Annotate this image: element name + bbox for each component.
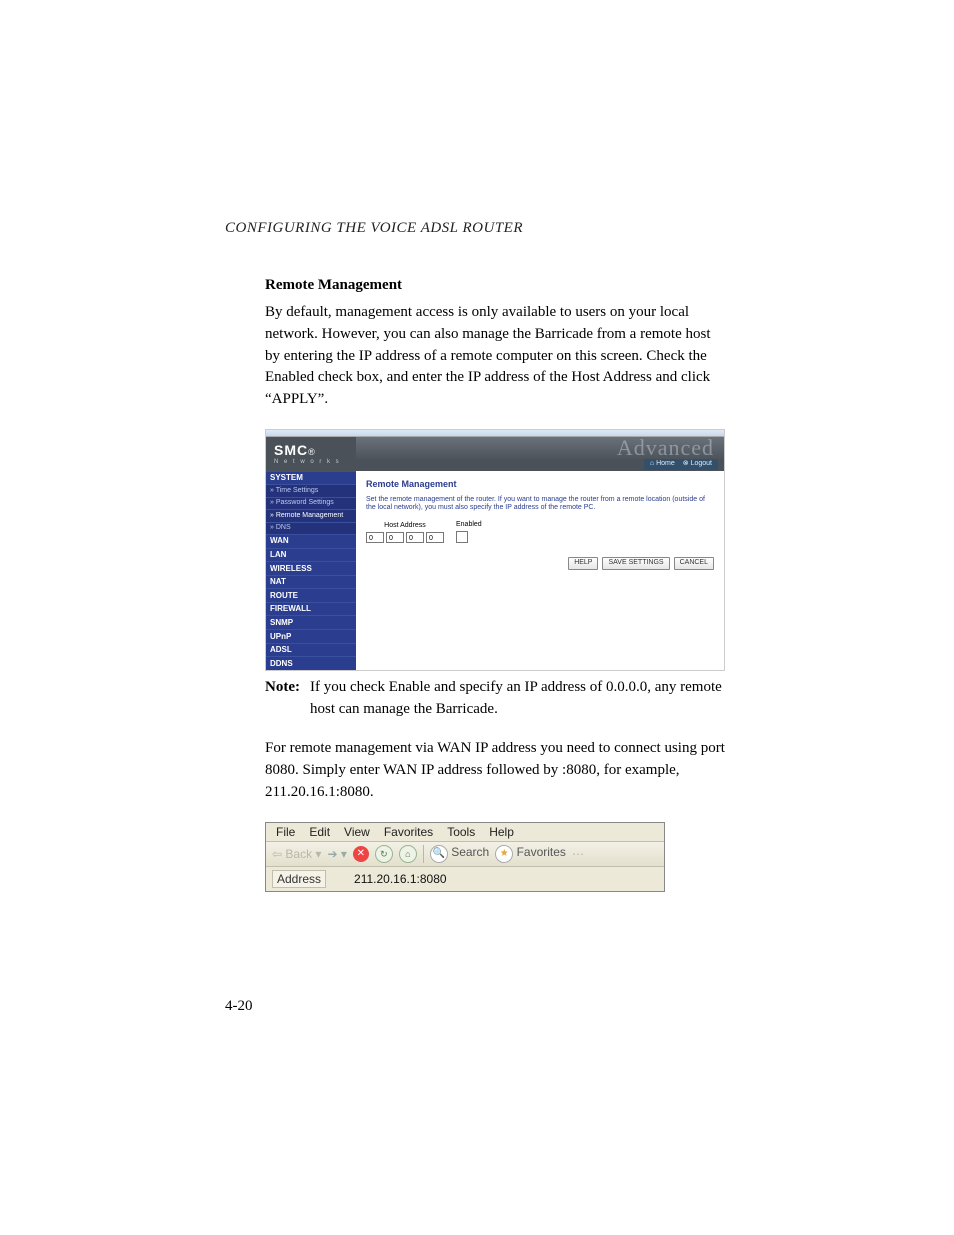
ie-menu-bar: File Edit View Favorites Tools Help [266, 823, 664, 842]
pane-description: Set the remote management of the router.… [366, 496, 714, 514]
cancel-button[interactable]: CANCEL [674, 557, 714, 569]
running-head: CONFIGURING THE VOICE ADSL ROUTER [225, 220, 729, 237]
ie-menu-edit[interactable]: Edit [309, 825, 330, 839]
nav-time-settings[interactable]: » Time Settings [266, 484, 356, 496]
search-icon: 🔍 [430, 845, 448, 863]
nav-firewall[interactable]: FIREWALL [266, 602, 356, 616]
ip-octet-1[interactable]: 0 [366, 532, 384, 543]
port-paragraph: For remote management via WAN IP address… [265, 738, 729, 803]
note-label: Note: [265, 677, 300, 721]
router-admin-screenshot: SMC® N e t w o r k s Advanced ⌂ Home ⊗ L… [265, 429, 725, 671]
nav-upnp[interactable]: UPnP [266, 629, 356, 643]
ie-address-label: Address [272, 870, 326, 888]
ie-menu-help[interactable]: Help [489, 825, 514, 839]
stop-icon[interactable]: ✕ [353, 846, 369, 862]
nav-route[interactable]: ROUTE [266, 588, 356, 602]
host-address-input-group: 0 0 0 0 [366, 532, 444, 543]
button-row: HELP SAVE SETTINGS CANCEL [366, 557, 714, 569]
ie-menu-view[interactable]: View [344, 825, 370, 839]
brand-text: SMC [274, 442, 308, 458]
router-body: SYSTEM » Time Settings » Password Settin… [266, 471, 724, 670]
ie-search-button[interactable]: 🔍 Search [430, 845, 489, 863]
toolbar-separator [423, 845, 424, 863]
enabled-label: Enabled [456, 521, 482, 529]
host-address-column: Host Address 0 0 0 0 [366, 522, 444, 543]
home-icon[interactable]: ⌂ [399, 845, 417, 863]
nav-lan[interactable]: LAN [266, 548, 356, 562]
page-number: 4-20 [225, 998, 253, 1015]
nav-wan[interactable]: WAN [266, 534, 356, 548]
pane-title: Remote Management [366, 479, 714, 490]
form-row: Host Address 0 0 0 0 Enabled [366, 521, 714, 543]
ie-address-bar: Address 211.20.16.1:8080 [266, 867, 664, 891]
intro-paragraph: By default, management access is only av… [265, 302, 729, 411]
note-text: If you check Enable and specify an IP ad… [310, 677, 729, 721]
nav-snmp[interactable]: SNMP [266, 615, 356, 629]
ie-browser-screenshot: File Edit View Favorites Tools Help ⇦ Ba… [265, 822, 665, 892]
page-content: Remote Management By default, management… [225, 277, 729, 892]
ie-forward-button[interactable]: ➔ ▾ [327, 847, 346, 861]
router-header: SMC® N e t w o r k s Advanced ⌂ Home ⊗ L… [266, 437, 724, 471]
router-nav: SYSTEM » Time Settings » Password Settin… [266, 471, 356, 670]
ip-octet-3[interactable]: 0 [406, 532, 424, 543]
nav-system[interactable]: SYSTEM [266, 471, 356, 485]
ie-menu-tools[interactable]: Tools [447, 825, 475, 839]
header-links: ⌂ Home ⊗ Logout [644, 459, 718, 469]
favorites-icon: ★ [495, 845, 513, 863]
header-right: Advanced ⌂ Home ⊗ Logout [356, 437, 724, 471]
ie-menu-file[interactable]: File [276, 825, 295, 839]
document-page: CONFIGURING THE VOICE ADSL ROUTER Remote… [0, 0, 954, 1235]
enabled-column: Enabled [456, 521, 482, 543]
ip-octet-2[interactable]: 0 [386, 532, 404, 543]
ie-toolbar: ⇦ Back ▾ ➔ ▾ ✕ ↻ ⌂ 🔍 Search ★ Favorites … [266, 842, 664, 867]
ie-address-field[interactable]: 211.20.16.1:8080 [336, 872, 658, 886]
home-link[interactable]: ⌂ Home [650, 460, 675, 468]
nav-password-settings[interactable]: » Password Settings [266, 497, 356, 509]
section-heading: Remote Management [265, 277, 729, 294]
ie-menu-favorites[interactable]: Favorites [384, 825, 433, 839]
brand-logo: SMC® N e t w o r k s [266, 437, 356, 471]
host-address-label: Host Address [366, 522, 444, 530]
router-content-pane: Remote Management Set the remote managem… [356, 471, 724, 670]
advanced-watermark: Advanced [617, 435, 714, 461]
registered-mark: ® [308, 447, 315, 457]
nav-ddns[interactable]: DDNS [266, 656, 356, 670]
nav-remote-management[interactable]: » Remote Management [266, 509, 356, 521]
ip-octet-4[interactable]: 0 [426, 532, 444, 543]
logout-link[interactable]: ⊗ Logout [683, 460, 712, 468]
nav-adsl[interactable]: ADSL [266, 643, 356, 657]
nav-dns[interactable]: » DNS [266, 522, 356, 534]
enabled-checkbox[interactable] [456, 531, 468, 543]
help-button[interactable]: HELP [568, 557, 598, 569]
refresh-icon[interactable]: ↻ [375, 845, 393, 863]
nav-nat[interactable]: NAT [266, 575, 356, 589]
nav-wireless[interactable]: WIRELESS [266, 561, 356, 575]
ie-favorites-button[interactable]: ★ Favorites [495, 845, 566, 863]
ie-toolbar-overflow: ⋯ [572, 847, 584, 861]
ie-back-button[interactable]: ⇦ Back ▾ [272, 847, 321, 861]
save-settings-button[interactable]: SAVE SETTINGS [602, 557, 669, 569]
brand-subtext: N e t w o r k s [274, 459, 341, 466]
note-block: Note: If you check Enable and specify an… [265, 677, 729, 721]
